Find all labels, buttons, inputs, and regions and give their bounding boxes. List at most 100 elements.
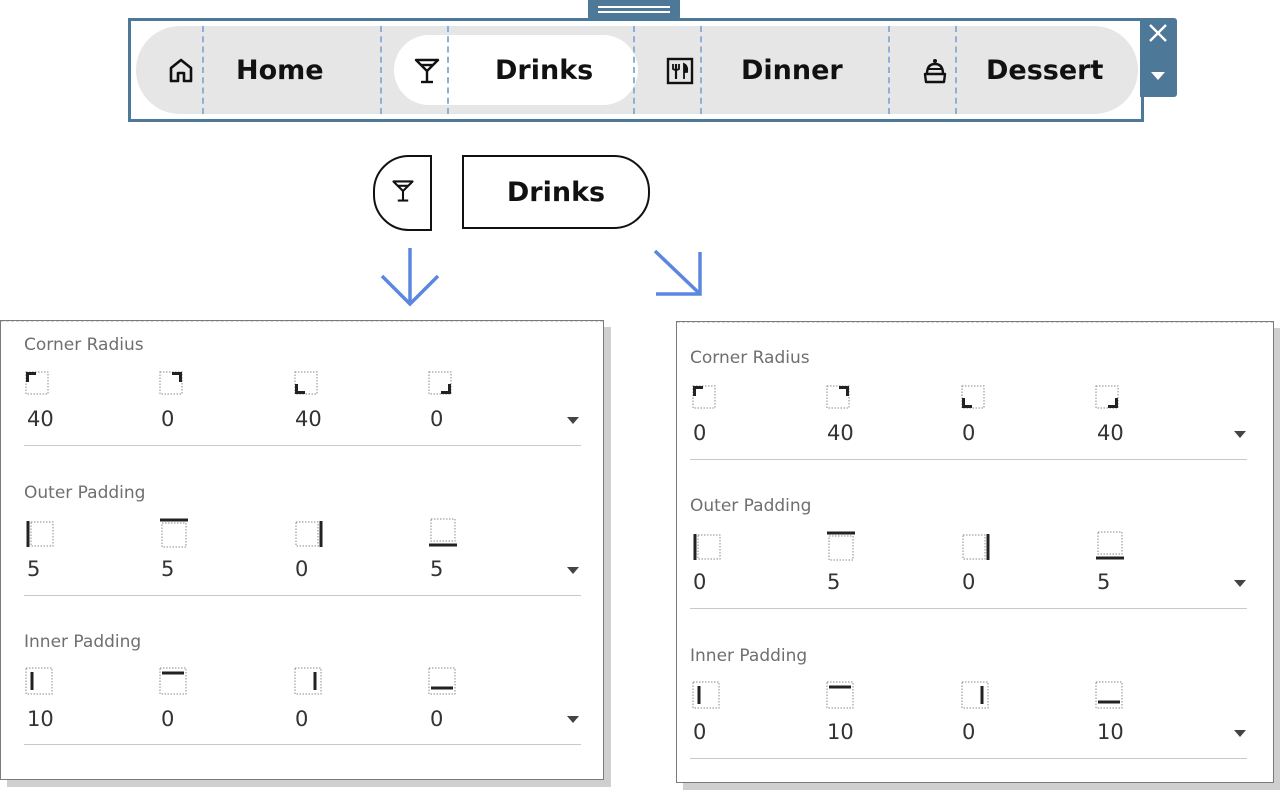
format-panel-left: Corner Radius 40 0 40 0 Outer Padding 5 … bbox=[0, 320, 604, 780]
inner-padding-left-icon bbox=[25, 667, 53, 699]
divider bbox=[447, 26, 449, 114]
split-text-button: Drinks bbox=[462, 155, 650, 229]
inner-padding-top-value[interactable]: 0 bbox=[161, 707, 174, 731]
split-text-label: Drinks bbox=[506, 176, 606, 208]
divider bbox=[24, 595, 581, 596]
nav-item-drinks[interactable]: Drinks bbox=[495, 26, 593, 114]
dessert-icon[interactable] bbox=[919, 56, 951, 86]
padding-bottom-icon bbox=[1095, 530, 1125, 566]
section-title-outer-padding: Outer Padding bbox=[24, 483, 146, 503]
arrow-down-right-icon bbox=[652, 248, 704, 302]
divider bbox=[690, 608, 1247, 609]
dropdown-caret-icon[interactable] bbox=[1234, 431, 1246, 438]
corner-radius-bottom-left-value[interactable]: 40 bbox=[295, 407, 322, 431]
nav-item-label: Drinks bbox=[495, 54, 594, 86]
divider bbox=[380, 26, 382, 114]
inner-padding-right-value[interactable]: 0 bbox=[295, 707, 308, 731]
padding-top-icon bbox=[826, 530, 856, 566]
drag-handle[interactable] bbox=[588, 0, 680, 20]
handle-line bbox=[598, 11, 670, 13]
nav-item-label: Home bbox=[236, 54, 324, 86]
padding-left-icon bbox=[25, 519, 55, 553]
container-controls bbox=[1140, 18, 1177, 97]
inner-padding-bottom-icon bbox=[428, 667, 456, 699]
outer-padding-right-value[interactable]: 0 bbox=[295, 557, 308, 581]
padding-top-icon bbox=[159, 517, 189, 553]
divider bbox=[1, 321, 603, 322]
home-icon[interactable] bbox=[164, 56, 198, 84]
divider bbox=[677, 322, 1273, 323]
corner-bottom-right-icon bbox=[428, 371, 452, 399]
inner-padding-right-icon bbox=[961, 681, 989, 713]
corner-radius-top-right-value[interactable]: 0 bbox=[161, 407, 174, 431]
handle-line bbox=[598, 6, 670, 8]
outer-padding-bottom-value[interactable]: 5 bbox=[430, 557, 443, 581]
padding-right-icon bbox=[294, 519, 324, 553]
divider bbox=[24, 445, 581, 446]
split-icon-button bbox=[373, 155, 432, 231]
inner-padding-top-icon bbox=[159, 667, 187, 699]
divider bbox=[888, 26, 890, 114]
section-title-corner-radius: Corner Radius bbox=[690, 348, 810, 368]
more-options-icon[interactable] bbox=[1151, 72, 1165, 80]
outer-padding-bottom-value[interactable]: 5 bbox=[1097, 570, 1110, 594]
corner-radius-bottom-right-value[interactable]: 40 bbox=[1097, 421, 1124, 445]
dropdown-caret-icon[interactable] bbox=[567, 716, 579, 723]
corner-top-right-icon bbox=[826, 385, 850, 413]
corner-radius-top-left-value[interactable]: 0 bbox=[693, 421, 706, 445]
corner-bottom-left-icon bbox=[294, 371, 318, 399]
inner-padding-bottom-icon bbox=[1095, 681, 1123, 713]
corner-radius-top-right-value[interactable]: 40 bbox=[827, 421, 854, 445]
section-title-outer-padding: Outer Padding bbox=[690, 496, 812, 516]
divider bbox=[690, 758, 1247, 759]
divider bbox=[633, 26, 635, 114]
arrow-down-icon bbox=[380, 246, 440, 312]
nav-item-dinner[interactable]: Dinner bbox=[741, 26, 843, 114]
section-title-inner-padding: Inner Padding bbox=[24, 632, 142, 652]
cocktail-icon bbox=[390, 177, 416, 209]
section-title-corner-radius: Corner Radius bbox=[24, 335, 144, 355]
outer-padding-left-value[interactable]: 0 bbox=[693, 570, 706, 594]
nav-item-dessert[interactable]: Dessert bbox=[986, 26, 1103, 114]
inner-padding-bottom-value[interactable]: 10 bbox=[1097, 720, 1124, 744]
corner-top-left-icon bbox=[25, 371, 49, 399]
dropdown-caret-icon[interactable] bbox=[1234, 580, 1246, 587]
divider bbox=[24, 744, 581, 745]
dropdown-caret-icon[interactable] bbox=[567, 417, 579, 424]
outer-padding-left-value[interactable]: 5 bbox=[27, 557, 40, 581]
format-panel-right: Corner Radius 0 40 0 40 Outer Padding 0 … bbox=[676, 321, 1274, 783]
corner-top-left-icon bbox=[692, 385, 716, 413]
corner-radius-top-left-value[interactable]: 40 bbox=[27, 407, 54, 431]
padding-left-icon bbox=[692, 532, 722, 566]
inner-padding-top-value[interactable]: 10 bbox=[827, 720, 854, 744]
inner-padding-right-value[interactable]: 0 bbox=[962, 720, 975, 744]
dropdown-caret-icon[interactable] bbox=[567, 567, 579, 574]
cocktail-icon[interactable] bbox=[410, 56, 444, 86]
inner-padding-left-icon bbox=[692, 681, 720, 713]
divider bbox=[202, 26, 204, 114]
inner-padding-left-value[interactable]: 10 bbox=[27, 707, 54, 731]
outer-padding-top-value[interactable]: 5 bbox=[827, 570, 840, 594]
inner-padding-left-value[interactable]: 0 bbox=[693, 720, 706, 744]
corner-top-right-icon bbox=[159, 371, 183, 399]
corner-bottom-right-icon bbox=[1095, 385, 1119, 413]
divider bbox=[690, 459, 1247, 460]
menu-card-icon[interactable] bbox=[664, 56, 696, 86]
outer-padding-right-value[interactable]: 0 bbox=[962, 570, 975, 594]
nav-item-label: Dessert bbox=[986, 54, 1104, 86]
corner-radius-bottom-right-value[interactable]: 0 bbox=[430, 407, 443, 431]
divider bbox=[955, 26, 957, 114]
outer-padding-top-value[interactable]: 5 bbox=[161, 557, 174, 581]
divider bbox=[700, 26, 702, 114]
dropdown-caret-icon[interactable] bbox=[1234, 730, 1246, 737]
close-icon[interactable] bbox=[1147, 22, 1169, 48]
nav-item-home[interactable]: Home bbox=[236, 26, 324, 114]
padding-right-icon bbox=[961, 532, 991, 566]
nav-item-label: Dinner bbox=[741, 54, 843, 86]
padding-bottom-icon bbox=[428, 517, 458, 553]
nav-pill-container: Home Drinks Dinner Dessert bbox=[136, 26, 1138, 114]
corner-bottom-left-icon bbox=[961, 385, 985, 413]
inner-padding-bottom-value[interactable]: 0 bbox=[430, 707, 443, 731]
corner-radius-bottom-left-value[interactable]: 0 bbox=[962, 421, 975, 445]
inner-padding-top-icon bbox=[826, 681, 854, 713]
